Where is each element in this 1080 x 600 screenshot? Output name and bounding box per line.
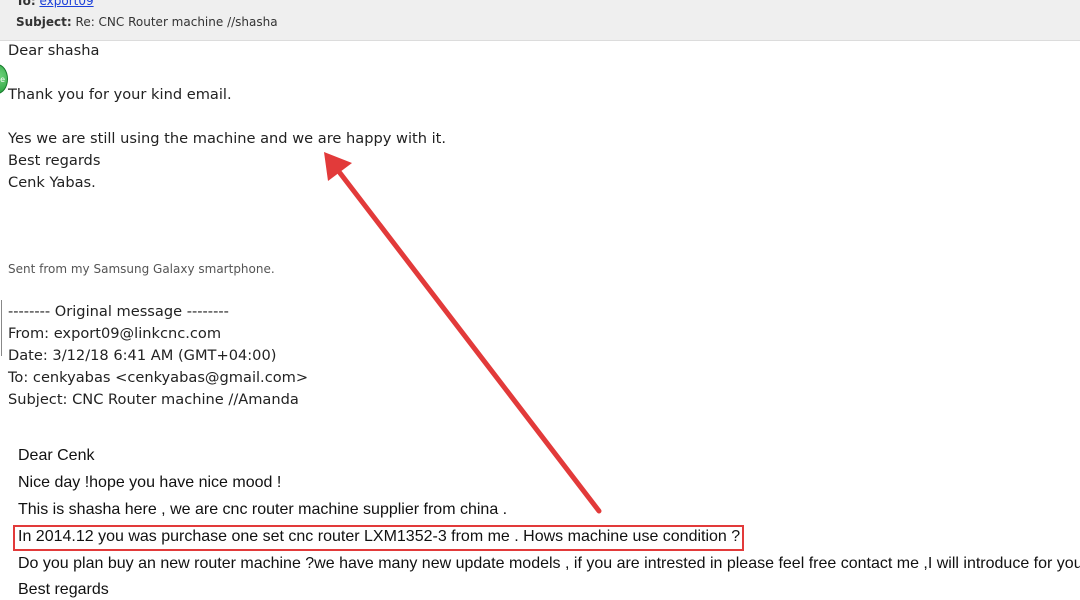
annotation-arrow-icon [324, 152, 602, 514]
arrow-shaft [337, 170, 602, 514]
arrow-head [324, 152, 352, 181]
